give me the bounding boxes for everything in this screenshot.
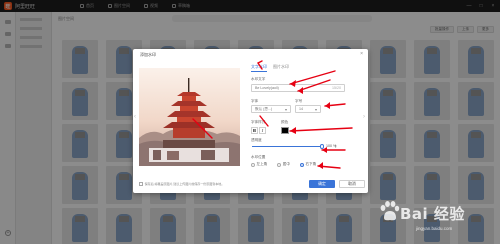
char-count: 15/20 bbox=[332, 86, 341, 90]
radio-bottom-right[interactable]: 右下角 bbox=[299, 162, 316, 167]
overwrite-checkbox[interactable] bbox=[139, 182, 143, 186]
chevron-down-icon: ▾ bbox=[284, 106, 287, 112]
opacity-slider-knob[interactable] bbox=[319, 144, 325, 149]
font-size-select[interactable]: 14 ▾ bbox=[295, 105, 321, 113]
tab-text-watermark[interactable]: 文字水印 bbox=[251, 64, 267, 72]
pagoda-photo bbox=[139, 68, 240, 166]
style-label: 字体样式 bbox=[251, 120, 266, 124]
position-radio-group: 左上角 居中 右下角 bbox=[251, 162, 316, 167]
italic-button[interactable]: I bbox=[259, 127, 266, 134]
watermark-dialog: 添加水印 × ‹ 文字水印 图片水印 水印文字 Be Lovely(aoli) … bbox=[133, 49, 368, 193]
opacity-label: 透明度 bbox=[251, 138, 262, 142]
color-swatch[interactable] bbox=[281, 127, 289, 134]
chevron-down-icon: ▾ bbox=[314, 106, 317, 112]
chevron-left-icon[interactable]: ‹ bbox=[134, 114, 136, 120]
close-icon[interactable]: × bbox=[360, 51, 363, 57]
font-label: 字体 bbox=[251, 99, 259, 103]
position-label: 水印位置 bbox=[251, 155, 266, 159]
watermark-text-input[interactable]: Be Lovely(aoli) 15/20 bbox=[251, 84, 345, 92]
tab-image-watermark[interactable]: 图片水印 bbox=[273, 64, 289, 72]
paw-logo-icon bbox=[380, 201, 400, 221]
radio-dot bbox=[277, 162, 282, 167]
dialog-title: 添加水印 bbox=[140, 52, 156, 57]
image-preview bbox=[139, 68, 240, 166]
watermark-tabs: 文字水印 图片水印 bbox=[251, 64, 289, 72]
opacity-stepper-icon[interactable]: ▴ ▾ bbox=[335, 143, 337, 148]
radio-center[interactable]: 居中 bbox=[277, 162, 290, 167]
size-label: 字号 bbox=[295, 99, 303, 103]
overwrite-note: 保存后,将覆盖原图片,建议上传图片前保存一份原图到本地。 bbox=[139, 182, 224, 186]
chevron-right-icon[interactable]: › bbox=[363, 114, 365, 120]
watermark-text-value: Be Lovely(aoli) bbox=[255, 86, 279, 90]
cancel-button[interactable]: 取消 bbox=[339, 180, 365, 188]
font-value: 默认 (思...) bbox=[255, 106, 273, 111]
opacity-slider-fill bbox=[252, 146, 322, 148]
watermark-url: jingyan.baidu.com bbox=[416, 226, 453, 231]
bold-button[interactable]: B bbox=[251, 127, 258, 134]
confirm-button[interactable]: 确定 bbox=[309, 180, 335, 188]
color-label: 颜色 bbox=[281, 120, 289, 124]
font-select[interactable]: 默认 (思...) ▾ bbox=[251, 105, 291, 113]
font-size-value: 14 bbox=[299, 107, 303, 111]
radio-dot bbox=[251, 162, 255, 167]
radio-dot bbox=[299, 162, 304, 167]
radio-top-left[interactable]: 左上角 bbox=[251, 162, 267, 167]
overwrite-note-text: 保存后,将覆盖原图片,建议上传图片前保存一份原图到本地。 bbox=[144, 182, 225, 186]
watermark-text: Bai 经验 bbox=[400, 205, 465, 223]
site-watermark: Bai 经验 jingyan.baidu.com bbox=[378, 196, 498, 240]
opacity-slider[interactable] bbox=[252, 144, 325, 149]
text-label: 水印文字 bbox=[251, 77, 266, 81]
